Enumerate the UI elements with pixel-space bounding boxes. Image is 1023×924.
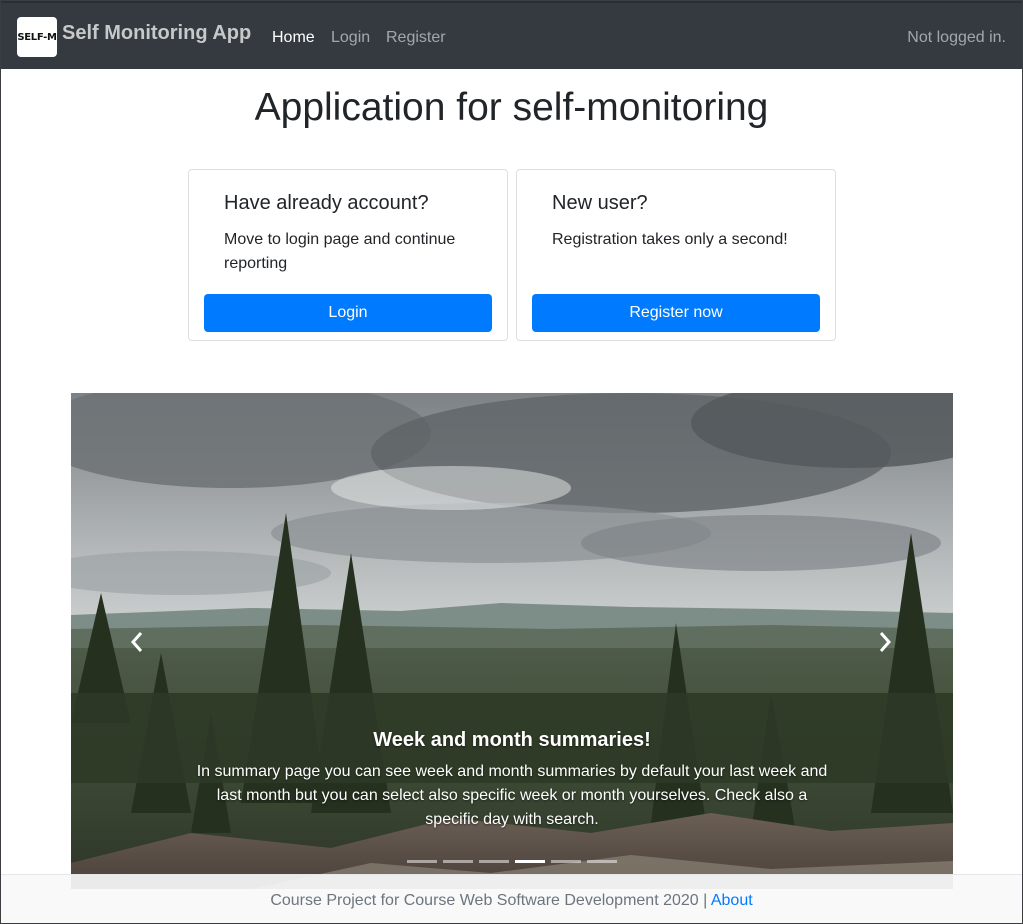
footer-text: Course Project for Course Web Software D…	[270, 892, 711, 909]
register-card-title: New user?	[552, 192, 648, 214]
register-card-text: Registration takes only a second!	[552, 231, 788, 248]
page-footer: Course Project for Course Web Software D…	[0, 874, 1023, 924]
carousel-indicator[interactable]	[587, 860, 617, 863]
carousel-prev-button[interactable]	[117, 625, 157, 659]
carousel-indicator[interactable]	[479, 860, 509, 863]
login-status: Not logged in.	[907, 29, 1006, 46]
image-carousel[interactable]: Week and month summaries! In summary pag…	[71, 393, 953, 889]
nav-link-home[interactable]: Home	[272, 29, 315, 47]
chevron-right-icon	[879, 632, 892, 652]
login-card-text: Move to login page and continue reportin…	[224, 231, 456, 272]
chevron-left-icon	[130, 632, 143, 652]
login-card-title: Have already account?	[224, 192, 429, 214]
brand-logo[interactable]: SELF-M	[17, 17, 57, 57]
nav-link-login[interactable]: Login	[331, 29, 370, 47]
carousel-indicator-active[interactable]	[515, 860, 545, 863]
nav-link-register[interactable]: Register	[386, 29, 446, 47]
footer-about-link[interactable]: About	[711, 892, 753, 909]
carousel-indicator[interactable]	[407, 860, 437, 863]
page-title: Application for self-monitoring	[254, 86, 769, 129]
brand-name[interactable]: Self Monitoring App	[62, 22, 251, 45]
carousel-caption-title: Week and month summaries!	[373, 729, 651, 751]
register-card: New user? Registration takes only a seco…	[516, 169, 836, 341]
carousel-caption: Week and month summaries! In summary pag…	[191, 729, 833, 832]
register-button[interactable]: Register now	[532, 294, 820, 332]
carousel-indicators	[71, 860, 953, 863]
login-button[interactable]: Login	[204, 294, 492, 332]
top-navbar: SELF-M Self Monitoring App Home Login Re…	[0, 0, 1023, 69]
carousel-caption-text: In summary page you can see week and mon…	[196, 763, 828, 828]
carousel-indicator[interactable]	[443, 860, 473, 863]
login-card: Have already account? Move to login page…	[188, 169, 508, 341]
carousel-indicator[interactable]	[551, 860, 581, 863]
carousel-next-button[interactable]	[865, 625, 905, 659]
